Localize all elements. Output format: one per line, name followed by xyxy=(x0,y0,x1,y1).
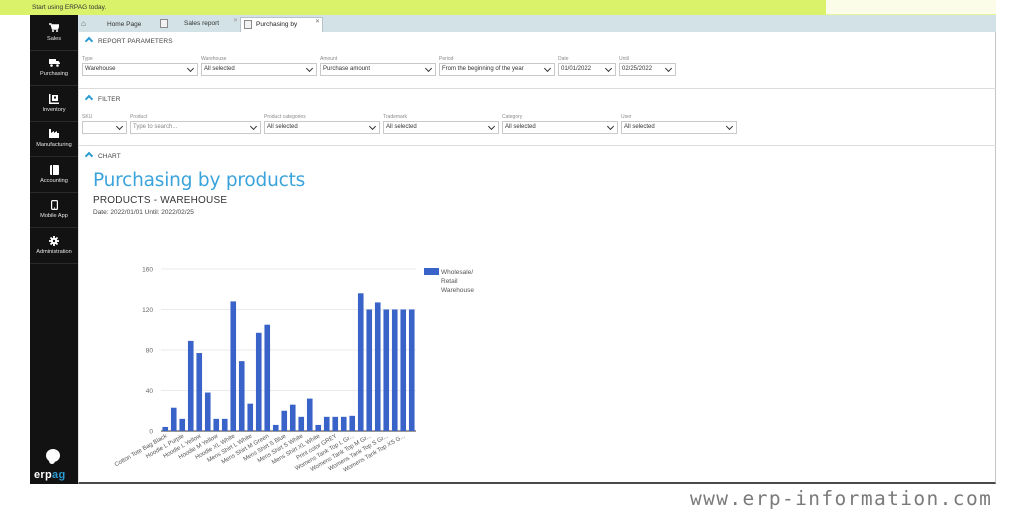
truck-icon xyxy=(48,58,60,69)
page: Start using ERPAG today. Sales Purchasin… xyxy=(0,0,1024,512)
bar xyxy=(306,398,313,431)
document-icon xyxy=(160,18,168,28)
bar xyxy=(391,309,398,431)
sidebar-item-accounting[interactable]: Accounting xyxy=(30,157,78,193)
tab-label: Home Page xyxy=(107,21,142,28)
bar xyxy=(221,418,228,431)
sidebar-item-manufacturing[interactable]: Manufacturing xyxy=(30,122,78,157)
factory-icon xyxy=(49,129,59,140)
bar xyxy=(349,415,356,431)
y-tick-label: 120 xyxy=(142,307,153,314)
bar xyxy=(272,424,279,431)
tab-bar: ⌂ Home Page Sales report ✕ Purchasing by … xyxy=(78,15,996,42)
legend-label: Wholesale/ xyxy=(441,269,473,276)
tab-purchasing-by-products[interactable]: Purchasing by products ✕ xyxy=(240,15,323,42)
watermark: www.erp-information.com xyxy=(690,487,993,510)
erpag-logo: erpag xyxy=(34,469,65,481)
sidebar-item-sales[interactable]: Sales xyxy=(30,15,78,51)
bar xyxy=(332,416,339,431)
close-icon[interactable]: ✕ xyxy=(233,14,238,28)
banner-extension xyxy=(826,0,996,15)
bar xyxy=(162,426,169,431)
bar-chart: 04080120160Cotton Tote Bag BlackHoodie L… xyxy=(114,267,474,474)
sidebar-item-mobile-app[interactable]: Mobile App xyxy=(30,193,78,228)
ledger-icon xyxy=(49,164,59,176)
inventory-icon xyxy=(49,93,59,105)
bar xyxy=(247,403,254,431)
sidebar-item-inventory[interactable]: Inventory xyxy=(30,86,78,122)
y-tick-label: 0 xyxy=(149,429,153,436)
cart-icon xyxy=(49,23,61,34)
sidebar-item-label: Mobile App xyxy=(40,213,68,220)
banner-text: Start using ERPAG today. xyxy=(32,4,107,11)
legend-swatch xyxy=(424,268,439,275)
bar xyxy=(400,309,407,431)
bar xyxy=(289,404,296,431)
bar xyxy=(179,418,186,431)
tab-sales-report[interactable]: Sales report ✕ xyxy=(160,17,240,32)
bar xyxy=(340,416,347,431)
y-tick-label: 160 xyxy=(142,267,153,274)
sidebar-item-label: Purchasing xyxy=(40,71,68,78)
mobile-icon xyxy=(50,200,58,211)
bar xyxy=(408,309,415,431)
bar xyxy=(230,301,237,431)
bar xyxy=(264,324,271,431)
bar xyxy=(204,392,211,431)
bar xyxy=(170,407,177,431)
bar xyxy=(281,410,288,431)
document-icon xyxy=(244,19,252,29)
legend-label: Retail xyxy=(441,278,458,285)
bar xyxy=(255,332,262,431)
bar xyxy=(323,416,330,431)
logo-accent: ag xyxy=(52,469,66,481)
tab-label: Sales report xyxy=(184,20,220,27)
bar xyxy=(187,340,194,431)
tab-home-page[interactable]: ⌂ Home Page xyxy=(80,17,158,32)
sidebar: Sales Purchasing Inventory Manufacturing… xyxy=(30,15,78,484)
chat-icon[interactable] xyxy=(46,449,60,464)
bar xyxy=(196,353,203,431)
bar xyxy=(298,416,305,431)
promo-banner: Start using ERPAG today. xyxy=(0,0,826,15)
sidebar-item-label: Manufacturing xyxy=(36,142,72,149)
bar xyxy=(315,424,322,431)
sidebar-footer: erpag xyxy=(30,444,78,484)
close-icon[interactable]: ✕ xyxy=(315,15,320,29)
bar xyxy=(383,309,390,431)
bar xyxy=(238,361,245,431)
legend-label: Warehouse xyxy=(441,287,474,294)
sidebar-item-purchasing[interactable]: Purchasing xyxy=(30,51,78,86)
sidebar-item-label: Inventory xyxy=(42,106,66,113)
logo-main: erp xyxy=(34,469,53,481)
y-tick-label: 40 xyxy=(146,388,154,395)
bar xyxy=(374,302,381,431)
y-tick-label: 80 xyxy=(146,348,154,355)
home-icon: ⌂ xyxy=(81,19,86,28)
sidebar-item-label: Administration xyxy=(36,248,72,255)
sidebar-item-label: Accounting xyxy=(40,177,68,184)
bar xyxy=(213,418,220,431)
sidebar-item-administration[interactable]: Administration xyxy=(30,228,78,264)
gear-icon xyxy=(49,235,59,247)
report-panel: REPORT PARAMETERS Type Warehouse Warehou… xyxy=(78,32,996,484)
sidebar-item-label: Sales xyxy=(47,35,61,42)
bar xyxy=(357,293,364,431)
bar xyxy=(366,309,373,431)
